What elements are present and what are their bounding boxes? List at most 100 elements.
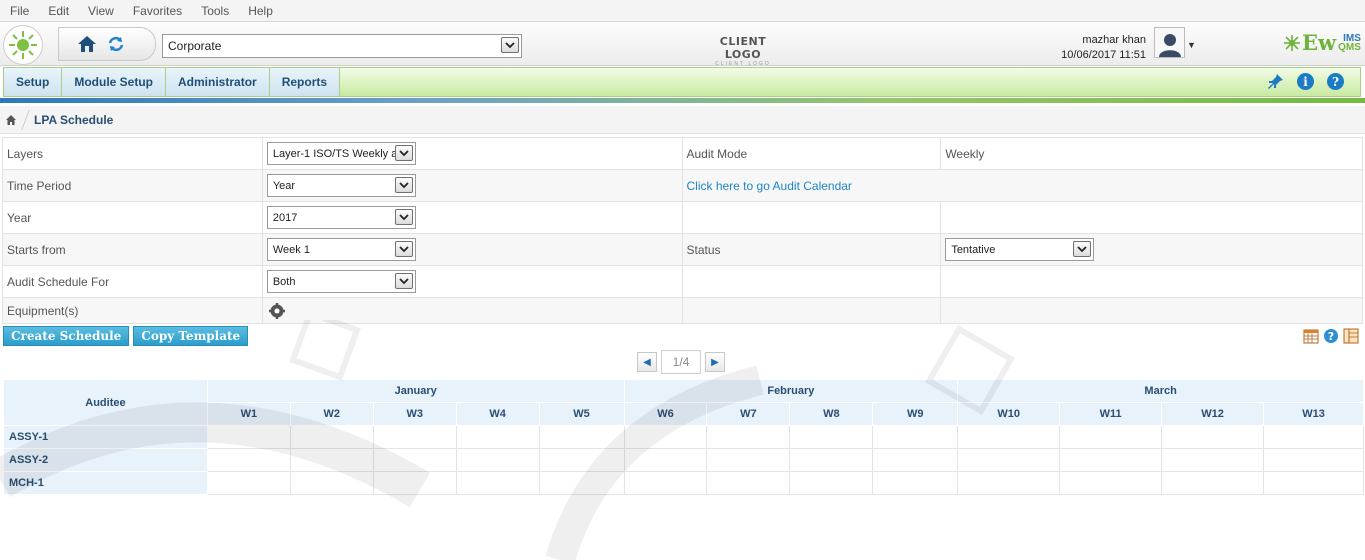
prev-page-button[interactable]: ◀ [637,352,657,372]
refresh-icon[interactable] [107,35,125,53]
help-icon[interactable]: ? [1327,73,1344,90]
schedule-cell[interactable] [1059,471,1163,495]
schedule-cell[interactable] [538,471,625,495]
schedule-cell[interactable] [206,448,291,472]
table-row: MCH-1 [3,471,1364,495]
header-stripe [0,98,1365,103]
breadcrumb-home-icon[interactable] [5,114,17,126]
tab-module-setup[interactable]: Module Setup [62,68,167,96]
schedule-cell[interactable] [1161,448,1265,472]
schedule-cell[interactable] [789,448,874,472]
tab-administrator[interactable]: Administrator [166,68,270,96]
tab-setup[interactable]: Setup [4,68,63,96]
help-bubble-icon[interactable]: ? [1323,328,1339,344]
schedule-cell[interactable] [623,471,708,495]
schedule-cell[interactable] [206,471,291,495]
auditee-name: ASSY-2 [3,448,208,472]
organization-select[interactable]: Corporate [162,34,522,58]
organization-value: Corporate [168,39,222,53]
week-header: W12 [1161,402,1265,426]
schedule-cell[interactable] [289,448,374,472]
schedule-cell[interactable] [289,471,374,495]
schedule-cell[interactable] [1161,471,1265,495]
user-info: mazhar khan 10/06/2017 11:51 [1061,33,1146,63]
schedule-cell[interactable] [706,425,791,449]
audit-mode-value: Weekly [940,137,1363,170]
schedule-cell[interactable] [706,448,791,472]
layers-select[interactable]: Layer-1 ISO/TS Weekly a [266,142,416,165]
calendar-icon[interactable] [1303,328,1319,344]
chevron-down-icon [394,241,413,257]
schedule-cell[interactable] [957,471,1061,495]
menu-help[interactable]: Help [248,4,273,18]
schedule-cell[interactable] [538,448,625,472]
menu-view[interactable]: View [88,4,114,18]
layout-icon[interactable] [1343,328,1359,344]
pin-icon[interactable] [1266,73,1284,91]
next-page-button[interactable]: ▶ [705,352,725,372]
gear-icon[interactable] [268,302,285,319]
year-cell: 2017 [261,201,683,234]
copy-template-button[interactable]: Copy Template [133,326,249,346]
schedule-cell[interactable] [789,471,874,495]
schedule-cell[interactable] [957,425,1061,449]
auditee-header: Auditee [3,379,208,426]
schedule-cell[interactable] [623,448,708,472]
layers-label: Layers [2,137,263,170]
schedule-cell[interactable] [957,448,1061,472]
schedule-cell[interactable] [289,425,374,449]
schedule-cell[interactable] [538,425,625,449]
caret-down-icon[interactable]: ▼ [1187,40,1196,50]
month-header-row: Auditee January February March [3,379,1364,426]
brand-suffix: IMS QMS [1338,32,1361,53]
menu-favorites[interactable]: Favorites [133,4,182,18]
week-header: W5 [538,402,625,426]
avatar[interactable] [1154,27,1185,58]
calendar-link-cell: Click here to go Audit Calendar [681,169,1363,202]
schedule-cell[interactable] [1263,425,1364,449]
schedule-cell[interactable] [789,425,874,449]
time-period-select[interactable]: Year [266,174,416,197]
schedule-for-select[interactable]: Both [266,270,416,293]
schedule-cell[interactable] [706,471,791,495]
equipment-cell [261,297,683,324]
schedule-cell[interactable] [872,471,959,495]
week-header: W9 [872,402,959,426]
schedule-cell[interactable] [455,448,540,472]
schedule-cell[interactable] [1263,448,1364,472]
table-row: ASSY-2 [3,448,1364,472]
schedule-cell[interactable] [1059,448,1163,472]
menu-tools[interactable]: Tools [201,4,229,18]
menu-edit[interactable]: Edit [48,4,69,18]
schedule-cell[interactable] [455,425,540,449]
schedule-cell[interactable] [623,425,708,449]
starts-from-label: Starts from [2,233,263,266]
create-schedule-button[interactable]: Create Schedule [3,326,130,346]
empty-cell [940,265,1363,298]
user-name: mazhar khan [1082,34,1146,46]
year-select[interactable]: 2017 [266,206,416,229]
schedule-for-cell: Both [261,265,683,298]
starts-from-select[interactable]: Week 1 [266,238,416,261]
home-icon[interactable] [77,35,97,53]
schedule-cell[interactable] [1263,471,1364,495]
schedule-cell[interactable] [872,425,959,449]
schedule-cell[interactable] [372,448,457,472]
schedule-cell[interactable] [372,425,457,449]
app-logo[interactable] [3,25,43,65]
status-select[interactable]: Tentative [945,238,1095,261]
schedule-cell[interactable] [1059,425,1163,449]
schedule-cell[interactable] [872,448,959,472]
schedule-cell[interactable] [455,471,540,495]
tab-reports[interactable]: Reports [269,68,341,96]
schedule-cell[interactable] [372,471,457,495]
week-header: W13 [1263,402,1364,426]
week-header: W10 [957,402,1061,426]
info-icon[interactable]: i [1297,73,1314,90]
menu-file[interactable]: File [10,4,29,18]
audit-calendar-link[interactable]: Click here to go Audit Calendar [687,179,852,193]
schedule-cell[interactable] [206,425,291,449]
table-row: ASSY-1 [3,425,1364,449]
triangle-left-icon: ◀ [643,356,651,368]
schedule-cell[interactable] [1161,425,1265,449]
